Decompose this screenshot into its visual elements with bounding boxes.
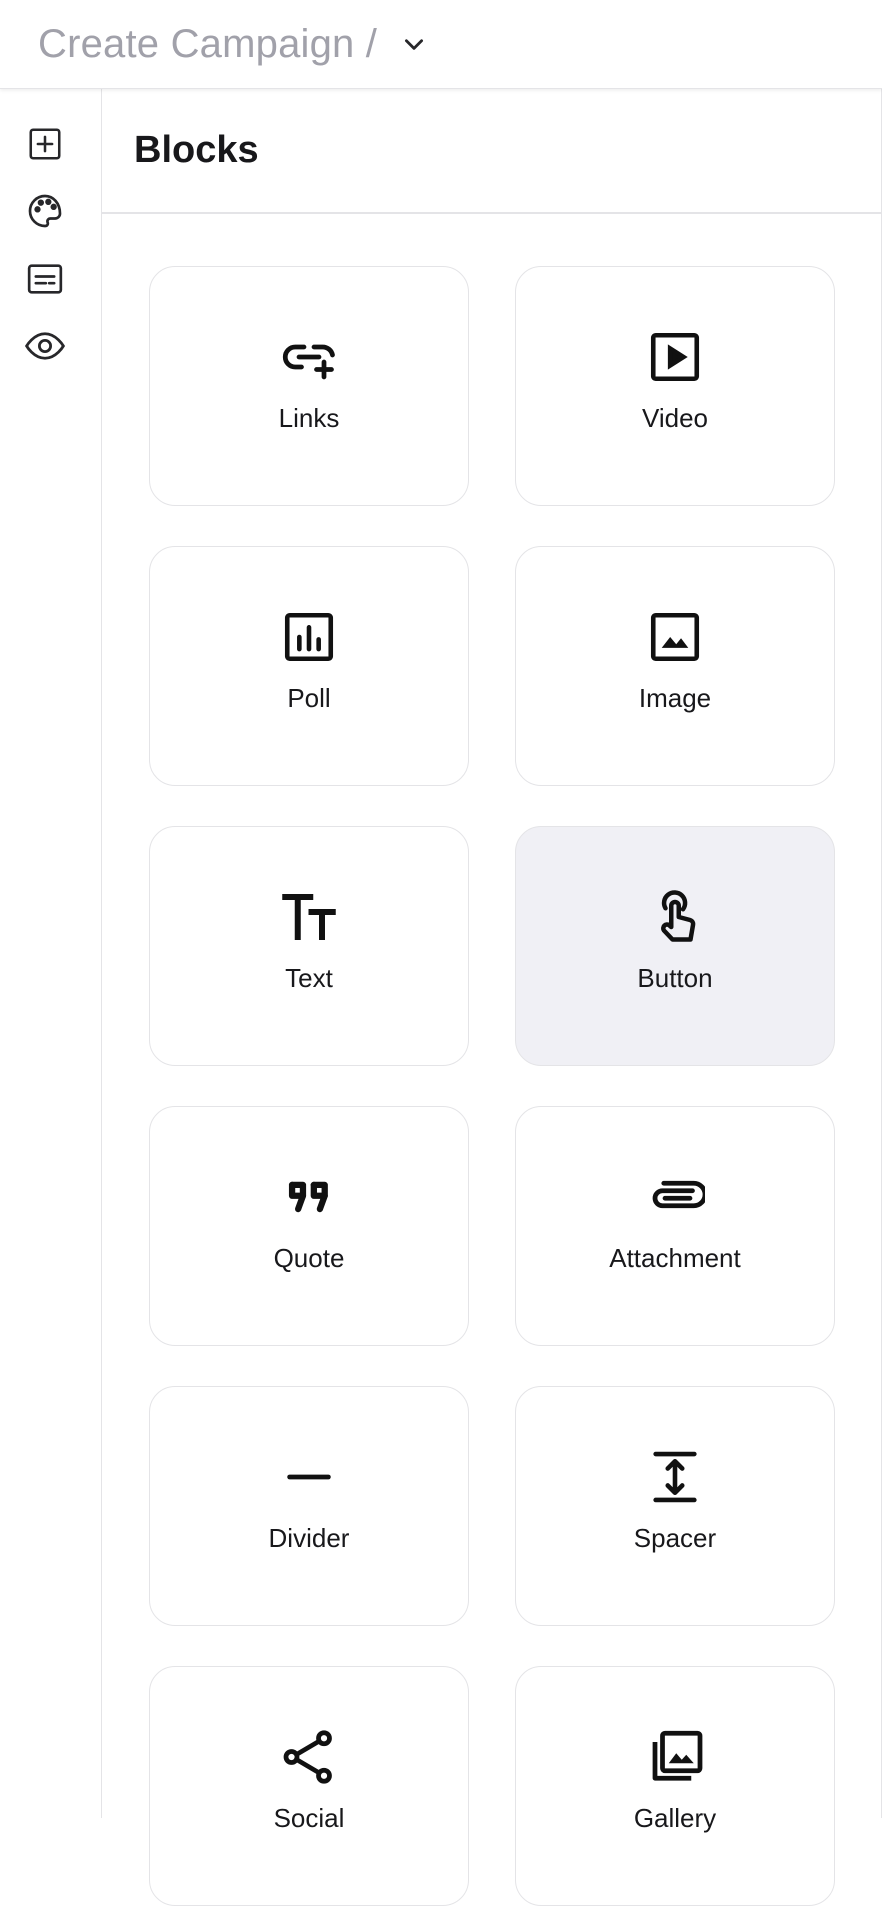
divider-icon bbox=[279, 1447, 339, 1507]
link-add-icon bbox=[279, 327, 339, 387]
preview-button[interactable] bbox=[23, 326, 67, 370]
poll-icon bbox=[279, 607, 339, 667]
block-label: Social bbox=[273, 1803, 345, 1833]
block-card-image[interactable]: Image bbox=[515, 546, 835, 786]
form-button[interactable] bbox=[23, 259, 67, 303]
form-icon bbox=[25, 259, 65, 304]
block-label: Links bbox=[278, 403, 340, 433]
panel-header: Blocks bbox=[102, 89, 881, 214]
share-icon bbox=[279, 1727, 339, 1787]
block-label: Spacer bbox=[633, 1523, 717, 1553]
block-label: Button bbox=[637, 963, 713, 993]
theme-button[interactable] bbox=[23, 191, 67, 235]
palette-icon bbox=[25, 191, 65, 236]
pointer-finger-icon bbox=[645, 887, 705, 947]
add-block-button[interactable] bbox=[23, 124, 67, 168]
text-size-icon bbox=[279, 887, 339, 947]
block-card-quote[interactable]: Quote bbox=[149, 1106, 469, 1346]
block-label: Attachment bbox=[609, 1243, 741, 1273]
top-bar: Create Campaign / bbox=[0, 0, 882, 89]
image-icon bbox=[645, 607, 705, 667]
page-title: Create Campaign / bbox=[38, 21, 378, 66]
block-label: Text bbox=[285, 963, 333, 993]
chevron-down-icon[interactable] bbox=[399, 29, 429, 59]
block-card-spacer[interactable]: Spacer bbox=[515, 1386, 835, 1626]
plus-square-icon bbox=[26, 125, 64, 168]
gallery-icon bbox=[645, 1727, 705, 1787]
block-card-button[interactable]: Button bbox=[515, 826, 835, 1066]
blocks-grid: Links Video Poll Image Text Button Quote… bbox=[149, 266, 835, 1906]
block-label: Poll bbox=[287, 683, 331, 713]
eye-icon bbox=[24, 325, 66, 372]
block-label: Divider bbox=[268, 1523, 350, 1553]
quote-icon bbox=[279, 1167, 339, 1227]
block-card-links[interactable]: Links bbox=[149, 266, 469, 506]
block-label: Image bbox=[638, 683, 712, 713]
panel-title: Blocks bbox=[134, 129, 259, 171]
block-card-gallery[interactable]: Gallery bbox=[515, 1666, 835, 1906]
block-card-divider[interactable]: Divider bbox=[149, 1386, 469, 1626]
block-label: Quote bbox=[273, 1243, 345, 1273]
block-card-attachment[interactable]: Attachment bbox=[515, 1106, 835, 1346]
block-card-poll[interactable]: Poll bbox=[149, 546, 469, 786]
block-card-social[interactable]: Social bbox=[149, 1666, 469, 1906]
block-card-video[interactable]: Video bbox=[515, 266, 835, 506]
paperclip-icon bbox=[645, 1167, 705, 1227]
left-icon-rail bbox=[0, 89, 102, 1818]
block-card-text[interactable]: Text bbox=[149, 826, 469, 1066]
spacer-icon bbox=[645, 1447, 705, 1507]
block-label: Video bbox=[641, 403, 709, 433]
block-label: Gallery bbox=[633, 1803, 717, 1833]
video-play-icon bbox=[645, 327, 705, 387]
